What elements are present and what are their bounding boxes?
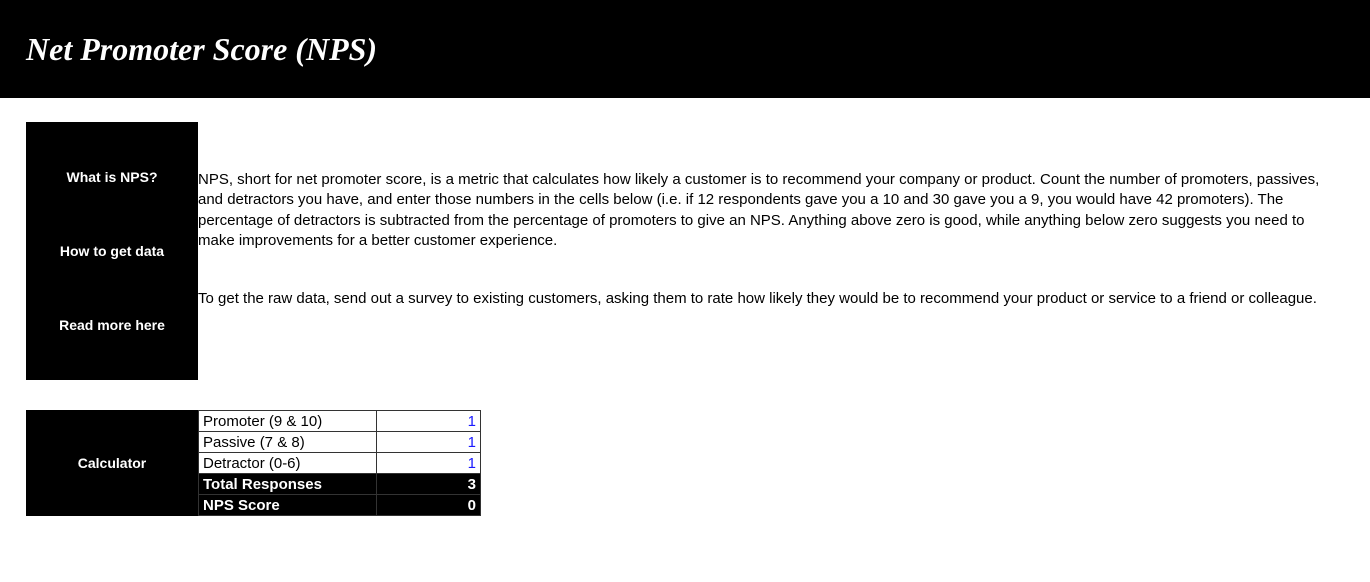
- label-what-is-nps: What is NPS?: [26, 149, 198, 205]
- table-row: Detractor (0-6) 1: [199, 453, 481, 474]
- calculator-block: Calculator Promoter (9 & 10) 1 Passive (…: [26, 410, 1344, 516]
- info-block: What is NPS? How to get data Read more h…: [26, 122, 1344, 380]
- nps-score-value: 0: [377, 495, 481, 516]
- table-row: NPS Score 0: [199, 495, 481, 516]
- detractor-value[interactable]: 1: [377, 453, 481, 474]
- promoter-value[interactable]: 1: [377, 411, 481, 432]
- page-header: Net Promoter Score (NPS): [0, 0, 1370, 98]
- how-to-get-data-text: To get the raw data, send out a survey t…: [198, 289, 1344, 309]
- promoter-label: Promoter (9 & 10): [199, 411, 377, 432]
- content-area: What is NPS? How to get data Read more h…: [0, 98, 1370, 516]
- total-responses-label: Total Responses: [199, 474, 377, 495]
- calculator-title: Calculator: [26, 410, 198, 516]
- table-row: Promoter (9 & 10) 1: [199, 411, 481, 432]
- label-read-more[interactable]: Read more here: [26, 297, 198, 353]
- total-responses-value: 3: [377, 474, 481, 495]
- nps-score-label: NPS Score: [199, 495, 377, 516]
- label-how-to-get-data: How to get data: [26, 223, 198, 279]
- table-row: Total Responses 3: [199, 474, 481, 495]
- passive-value[interactable]: 1: [377, 432, 481, 453]
- what-is-nps-text: NPS, short for net promoter score, is a …: [198, 170, 1344, 251]
- info-side-labels: What is NPS? How to get data Read more h…: [26, 122, 198, 380]
- table-row: Passive (7 & 8) 1: [199, 432, 481, 453]
- detractor-label: Detractor (0-6): [199, 453, 377, 474]
- info-text-column: NPS, short for net promoter score, is a …: [198, 122, 1344, 380]
- calculator-table: Promoter (9 & 10) 1 Passive (7 & 8) 1 De…: [198, 410, 481, 516]
- passive-label: Passive (7 & 8): [199, 432, 377, 453]
- page-title: Net Promoter Score (NPS): [26, 31, 377, 68]
